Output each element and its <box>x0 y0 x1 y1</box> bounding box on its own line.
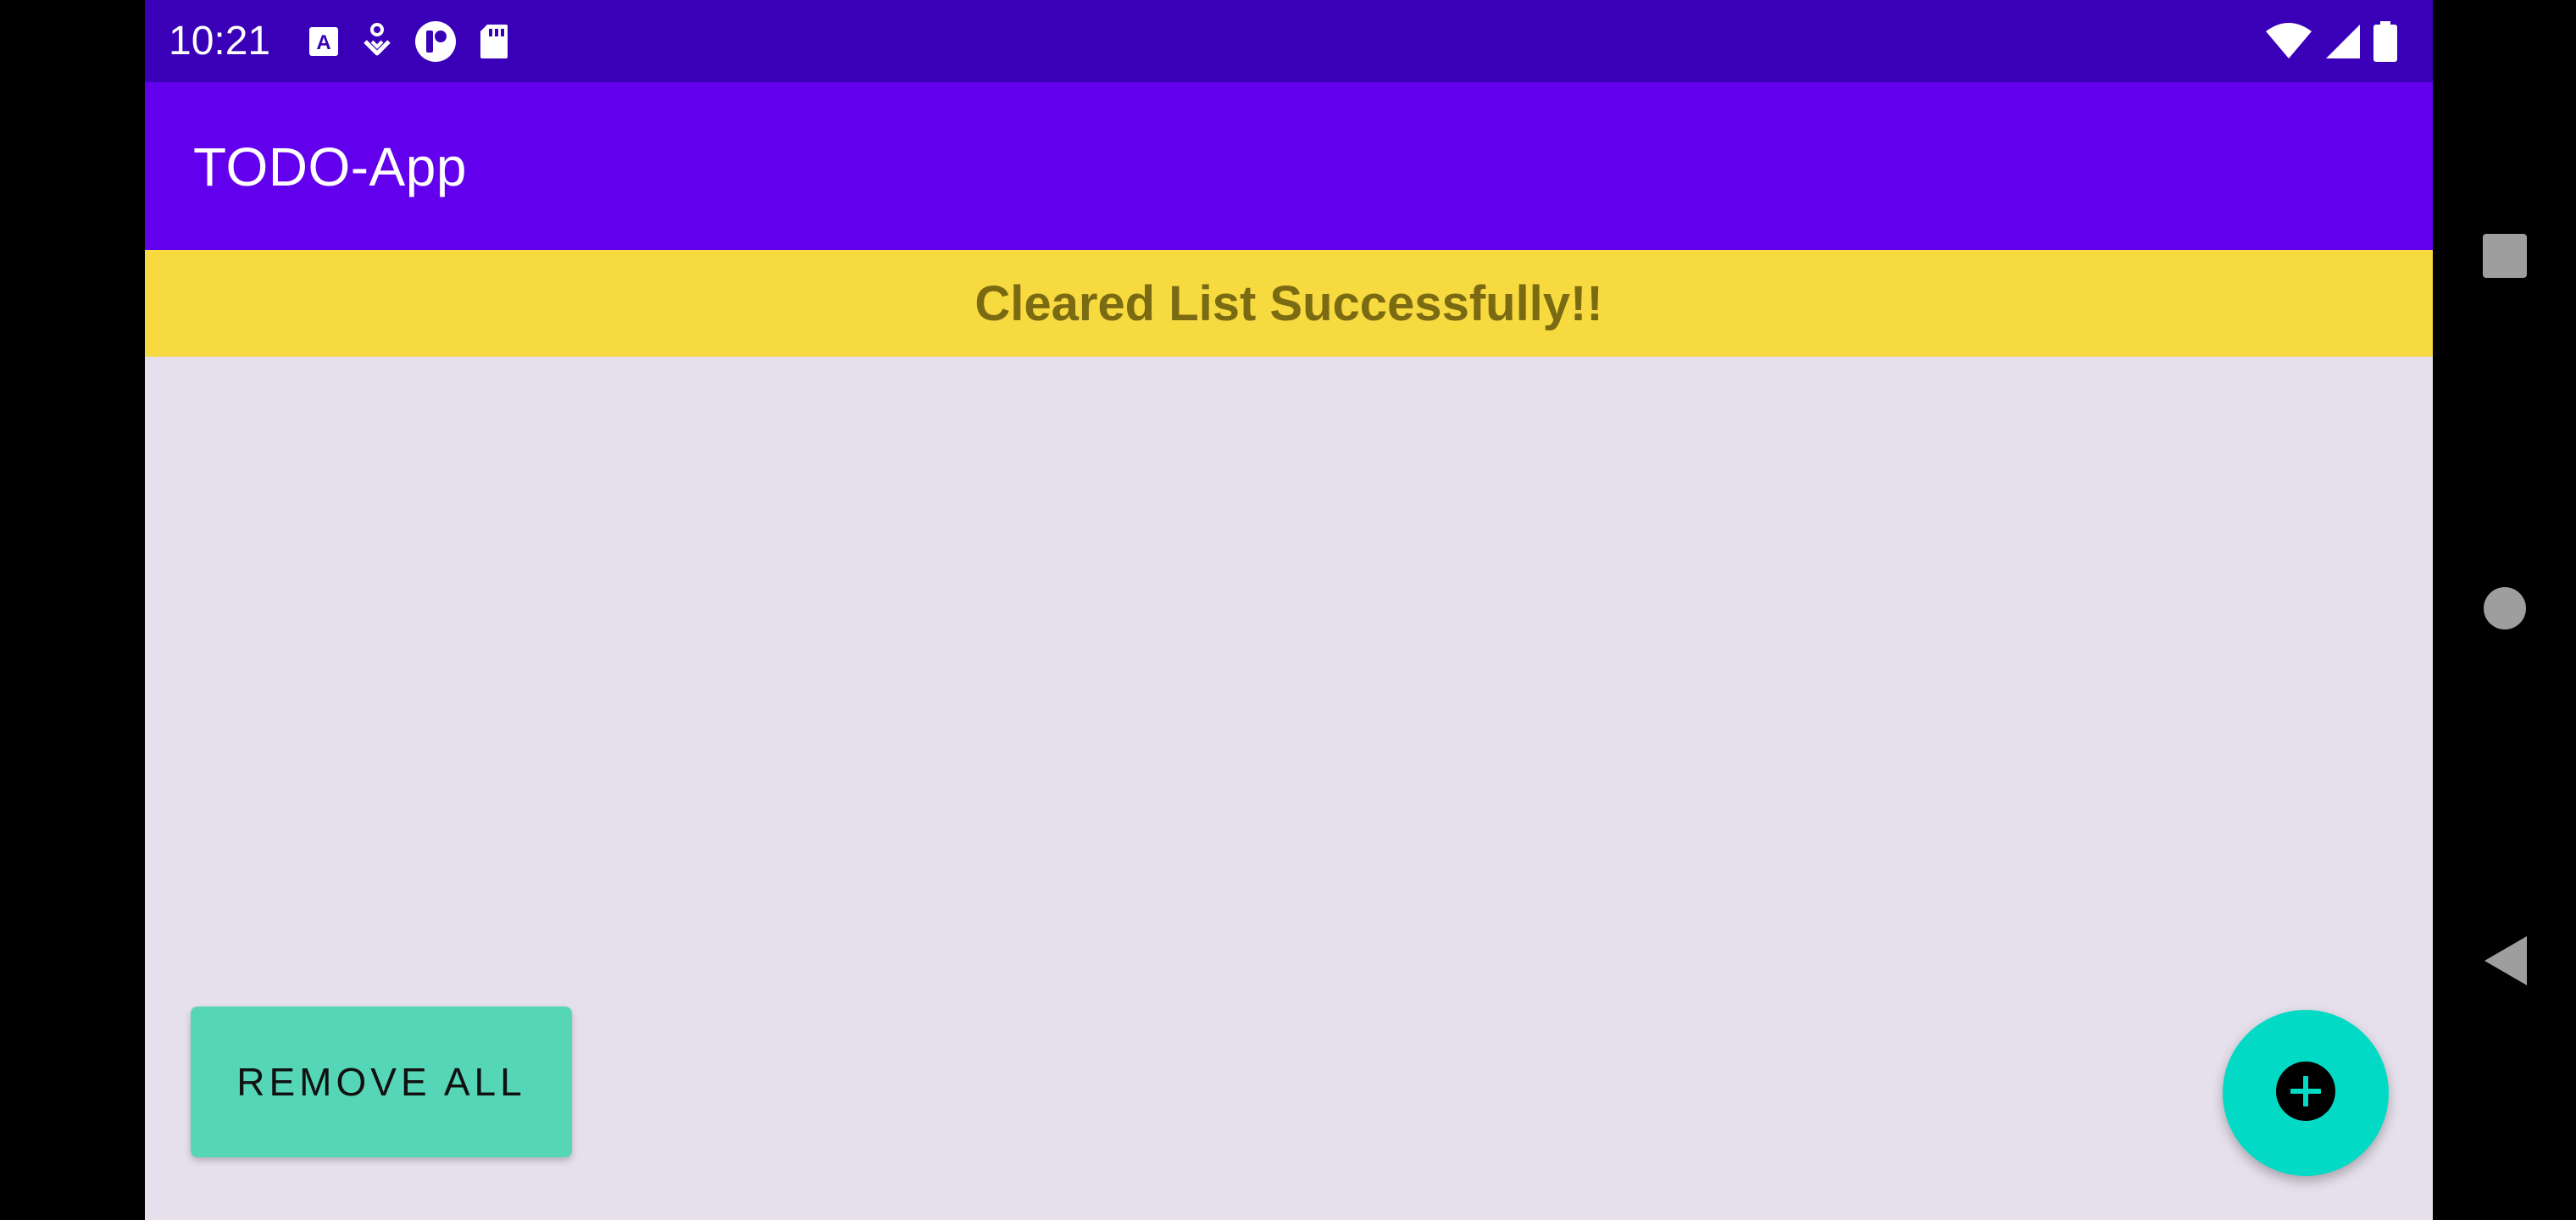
svg-text:A: A <box>316 31 330 54</box>
system-nav-bar <box>2433 0 2576 1220</box>
status-bar: 10:21 A <box>145 0 2433 82</box>
wifi-icon <box>2265 23 2312 60</box>
home-button[interactable] <box>2433 559 2576 661</box>
app-bar: TODO-App <box>145 82 2433 250</box>
add-todo-button[interactable] <box>2223 1010 2389 1176</box>
app-screen: 10:21 A TODO-App Cleared List Successful… <box>145 0 2433 1220</box>
banner-message: Cleared List Successfully!! <box>974 275 1603 331</box>
back-button[interactable] <box>2433 912 2576 1013</box>
status-icons-right <box>2265 19 2397 64</box>
status-time: 10:21 <box>169 19 271 64</box>
battery-icon <box>2373 21 2397 62</box>
app-title: TODO-App <box>193 136 467 197</box>
add-circle-icon <box>2275 1061 2336 1126</box>
cell-signal-icon <box>2324 23 2362 60</box>
remove-all-button[interactable]: REMOVE ALL <box>191 1006 572 1157</box>
sd-card-icon <box>479 23 509 60</box>
circle-media-icon <box>414 20 457 63</box>
success-banner: Cleared List Successfully!! <box>145 250 2433 357</box>
text-a-icon: A <box>308 25 340 58</box>
status-icons-left: A <box>308 19 509 64</box>
remove-all-label: REMOVE ALL <box>236 1060 526 1104</box>
home-circle-icon <box>2482 585 2528 635</box>
recents-button[interactable] <box>2433 207 2576 308</box>
back-triangle-icon <box>2481 934 2529 991</box>
recents-square-icon <box>2482 233 2528 283</box>
download-heart-icon <box>362 23 392 60</box>
